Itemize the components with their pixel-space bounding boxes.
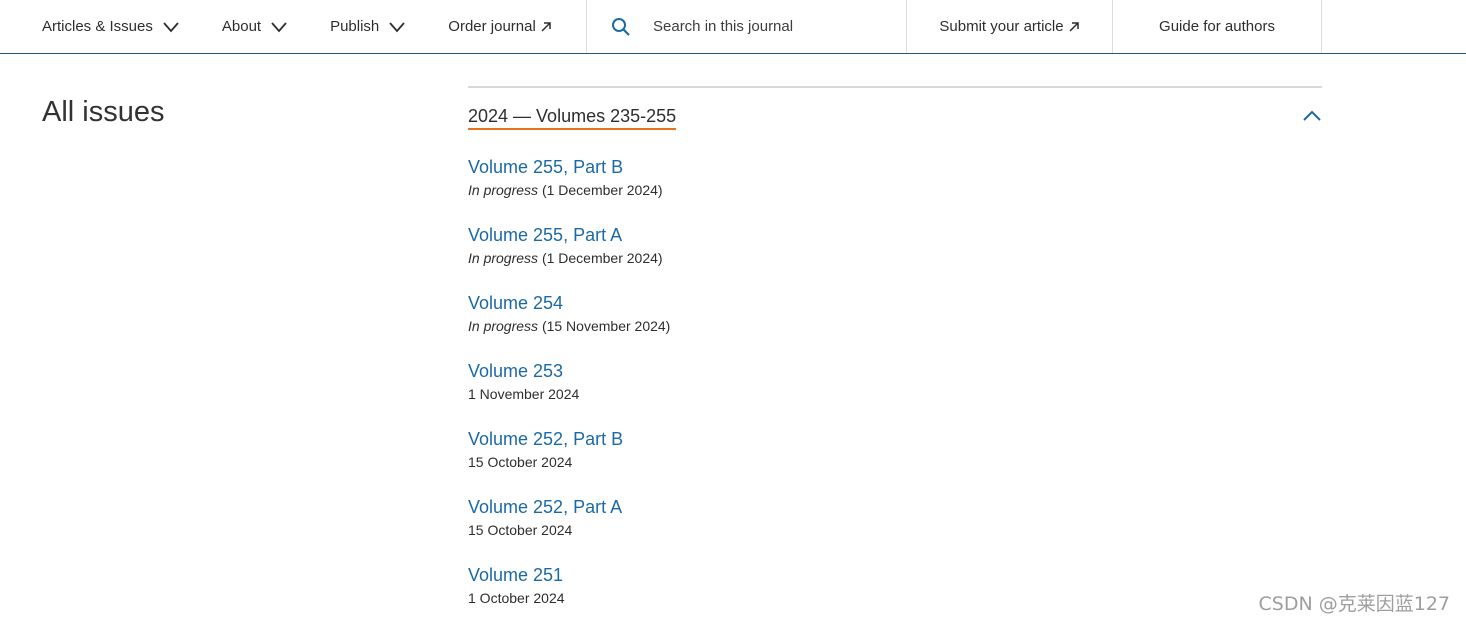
volume-date-value: 15 October 2024 [468, 454, 573, 470]
volume-date: 15 October 2024 [468, 522, 1322, 539]
guide-for-authors-label: Guide for authors [1159, 18, 1275, 35]
volume-link[interactable]: Volume 254 [468, 292, 1322, 315]
volume-link[interactable]: Volume 255, Part A [468, 224, 1322, 247]
volume-date-value: 1 November 2024 [468, 386, 580, 402]
volume-list-item: Volume 252, Part B 15 October 2024 [468, 428, 1322, 496]
nav-publish-label: Publish [330, 18, 380, 35]
nav-about-label: About [221, 18, 262, 35]
volume-date: 1 November 2024 [468, 386, 1322, 403]
volume-date: 1 October 2024 [468, 590, 1322, 607]
volume-link[interactable]: Volume 251 [468, 564, 1322, 587]
nav-articles-issues[interactable]: Articles & Issues [42, 18, 180, 36]
year-group-label[interactable]: 2024 — Volumes 235-255 [468, 106, 677, 130]
volume-link[interactable]: Volume 253 [468, 360, 1322, 383]
volume-date: 15 October 2024 [468, 454, 1322, 471]
volume-status: In progress [468, 182, 539, 198]
nav-about[interactable]: About [222, 18, 288, 36]
volume-date: In progress (1 December 2024) [468, 250, 1322, 267]
nav-articles-issues-label: Articles & Issues [42, 18, 153, 35]
volume-list: Volume 255, Part B In progress (1 Decemb… [468, 156, 1322, 620]
external-link-icon [1069, 21, 1079, 32]
volume-status: In progress [468, 250, 539, 266]
volume-link[interactable]: Volume 252, Part B [468, 428, 1322, 451]
search-input[interactable] [653, 18, 893, 35]
volume-date-value: 1 October 2024 [468, 590, 565, 606]
issues-panel: 2024 — Volumes 235-255 Volume 255, Part … [468, 86, 1322, 620]
volume-date-value: (1 December 2024) [541, 182, 663, 198]
volume-date-value: (15 November 2024) [541, 318, 671, 334]
volume-date-value: (1 December 2024) [541, 250, 663, 266]
journal-search [586, 0, 906, 53]
chevron-down-icon [271, 21, 287, 32]
nav-publish[interactable]: Publish [330, 18, 406, 36]
submit-article-label: Submit your article [939, 18, 1064, 35]
volume-list-item: Volume 255, Part A In progress (1 Decemb… [468, 224, 1322, 292]
volume-date-value: 15 October 2024 [468, 522, 573, 538]
year-group-header[interactable]: 2024 — Volumes 235-255 [468, 88, 1322, 156]
volume-list-item: Volume 252, Part A 15 October 2024 [468, 496, 1322, 564]
submit-article-link[interactable]: Submit your article [906, 0, 1112, 53]
volume-list-item: Volume 253 1 November 2024 [468, 360, 1322, 428]
volume-link[interactable]: Volume 252, Part A [468, 496, 1322, 519]
volume-date: In progress (15 November 2024) [468, 318, 1322, 335]
nav-order-journal-label: Order journal [448, 18, 536, 35]
nav-menu: Articles & Issues About Publish Order jo… [0, 0, 586, 53]
page-title: All issues [42, 96, 165, 128]
volume-list-item: Volume 254 In progress (15 November 2024… [468, 292, 1322, 360]
search-icon[interactable] [611, 17, 631, 37]
volume-list-item: Volume 255, Part B In progress (1 Decemb… [468, 156, 1322, 224]
chevron-down-icon [163, 21, 179, 32]
volume-link[interactable]: Volume 255, Part B [468, 156, 1322, 179]
chevron-up-icon[interactable] [1302, 108, 1322, 124]
volume-list-item: Volume 251 1 October 2024 [468, 564, 1322, 620]
top-navigation: Articles & Issues About Publish Order jo… [0, 0, 1466, 54]
guide-for-authors-link[interactable]: Guide for authors [1112, 0, 1322, 53]
nav-order-journal[interactable]: Order journal [448, 18, 552, 35]
external-link-icon [541, 21, 551, 32]
volume-date: In progress (1 December 2024) [468, 182, 1322, 199]
watermark: CSDN @克莱因蓝127 [1258, 593, 1450, 615]
volume-status: In progress [468, 318, 539, 334]
chevron-down-icon [389, 21, 405, 32]
